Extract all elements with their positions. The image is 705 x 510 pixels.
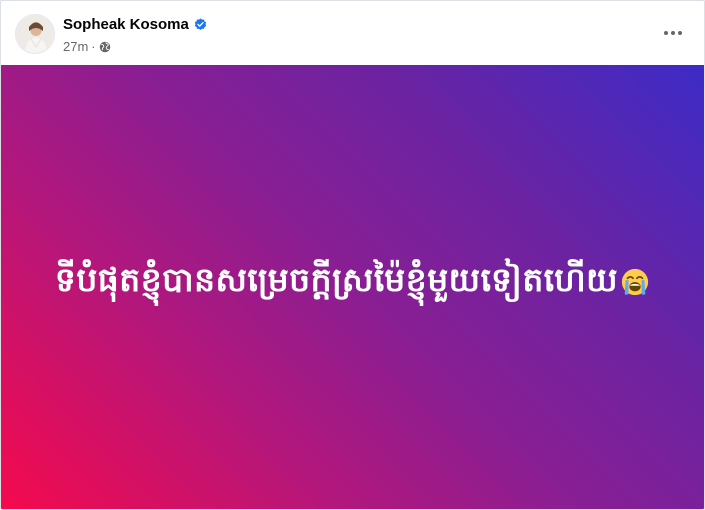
more-dot (678, 31, 682, 35)
avatar-image (16, 15, 54, 53)
post-header: Sopheak Kosoma 27m · (1, 1, 704, 65)
meta-separator: · (91, 39, 96, 54)
post-background-text[interactable]: ទីបំផុតខ្ញុំបានសម្រេចក្តីស្រម៉ៃខ្ញុំមួយទ… (1, 65, 704, 509)
more-dot (671, 31, 675, 35)
globe-icon[interactable] (99, 41, 111, 53)
verified-badge-icon (194, 18, 207, 30)
post-text: ទីបំផុតខ្ញុំបានសម្រេចក្តីស្រម៉ៃខ្ញុំមួយទ… (54, 260, 619, 299)
post-time[interactable]: 27m (63, 39, 88, 54)
avatar[interactable] (15, 14, 55, 54)
loudly-crying-face-icon (621, 268, 649, 295)
post-meta: 27m · (63, 39, 111, 54)
facebook-post: Sopheak Kosoma 27m · ទីបំផុតខ្ញុំបានសម្រ… (0, 0, 705, 510)
post-text-container: ទីបំផុតខ្ញុំបានសម្រេចក្តីស្រម៉ៃខ្ញុំមួយទ… (25, 260, 680, 308)
more-options-icon[interactable] (658, 19, 688, 47)
more-dot (664, 31, 668, 35)
author-name[interactable]: Sopheak Kosoma (63, 16, 189, 33)
author-row: Sopheak Kosoma (63, 16, 207, 33)
